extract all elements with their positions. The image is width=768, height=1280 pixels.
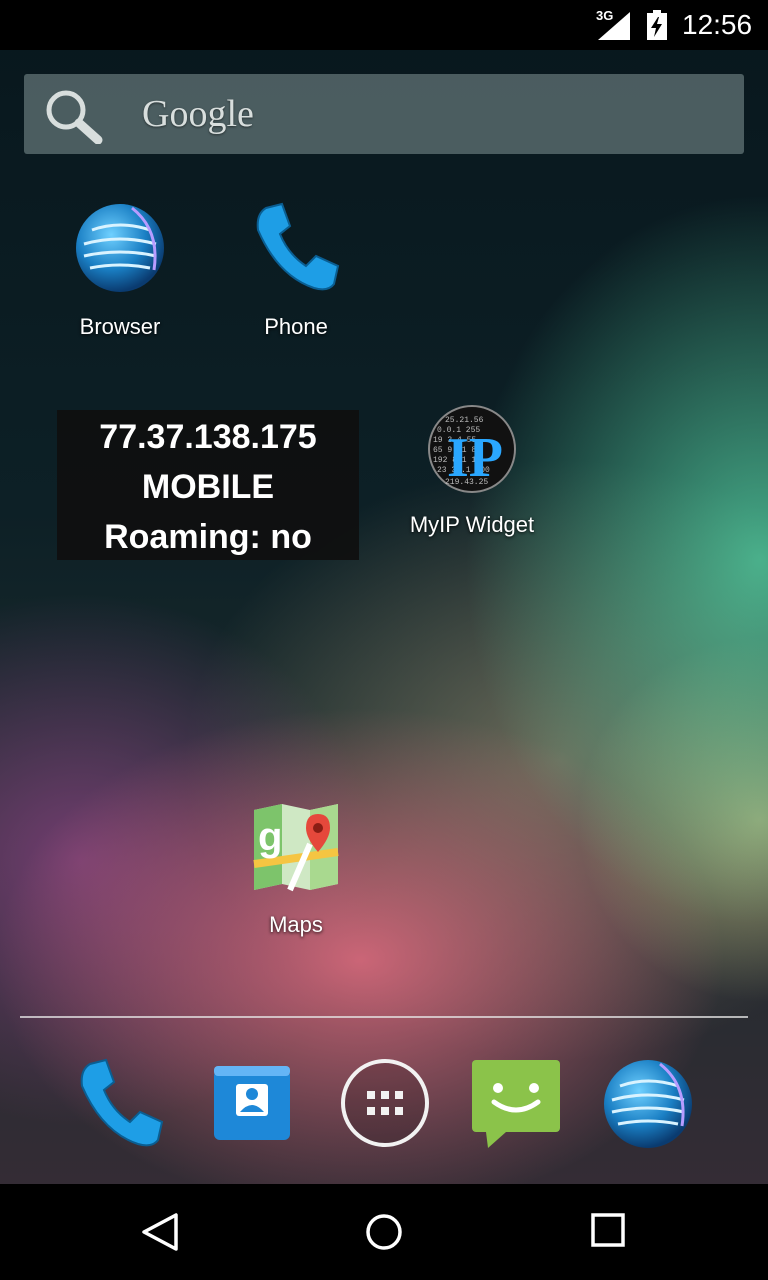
phone-icon bbox=[256, 202, 340, 291]
app-label: MyIP Widget bbox=[409, 512, 535, 537]
home-icon[interactable] bbox=[364, 1212, 404, 1252]
globe-icon bbox=[76, 204, 164, 292]
dock-browser[interactable] bbox=[600, 1056, 696, 1157]
maps-icon: g bbox=[253, 804, 339, 892]
ip-address: 77.37.138.175 bbox=[99, 418, 317, 456]
dock-contacts[interactable] bbox=[210, 1062, 294, 1151]
clock: 12:56 bbox=[682, 9, 753, 40]
search-label: Google bbox=[142, 93, 254, 135]
dock-phone[interactable] bbox=[72, 1056, 168, 1157]
connection-type: MOBILE bbox=[141, 468, 275, 506]
battery-icon bbox=[647, 10, 667, 40]
ip-widget[interactable]: 77.37.138.175 MOBILE Roaming: no bbox=[57, 410, 359, 560]
dock-divider bbox=[20, 1016, 748, 1018]
search-icon bbox=[46, 90, 103, 144]
app-maps[interactable]: g Maps bbox=[236, 804, 356, 938]
app-browser[interactable]: Browser bbox=[60, 200, 180, 340]
app-myip-widget[interactable]: 25.21.56 0.0.1 255 19 3.4 55 65 9 .1 86 … bbox=[392, 404, 552, 538]
myip-icon: 25.21.56 0.0.1 255 19 3.4 55 65 9 .1 86 … bbox=[428, 405, 516, 493]
app-label: Phone bbox=[264, 314, 328, 339]
messaging-icon bbox=[472, 1060, 560, 1148]
dock-app-drawer[interactable] bbox=[340, 1058, 430, 1153]
svg-text:25.21.56: 25.21.56 bbox=[445, 416, 484, 425]
app-phone[interactable]: Phone bbox=[236, 200, 356, 340]
navigation-bar bbox=[0, 1184, 768, 1280]
svg-text:IP: IP bbox=[447, 427, 503, 489]
contacts-icon bbox=[214, 1066, 290, 1140]
google-search-bar[interactable]: Google bbox=[24, 74, 744, 154]
roaming-status: Roaming: no bbox=[104, 518, 312, 556]
back-icon[interactable] bbox=[140, 1212, 180, 1252]
status-bar: 3G 12:56 bbox=[0, 0, 768, 50]
phone-icon bbox=[80, 1058, 164, 1147]
app-label: Browser bbox=[79, 314, 161, 339]
globe-icon bbox=[604, 1060, 692, 1148]
network-type: 3G bbox=[596, 8, 614, 23]
recents-icon[interactable] bbox=[590, 1212, 626, 1248]
app-drawer-icon bbox=[341, 1059, 429, 1147]
dock-messaging[interactable] bbox=[470, 1058, 562, 1155]
app-label: Maps bbox=[269, 912, 323, 937]
svg-text:g: g bbox=[258, 815, 282, 859]
